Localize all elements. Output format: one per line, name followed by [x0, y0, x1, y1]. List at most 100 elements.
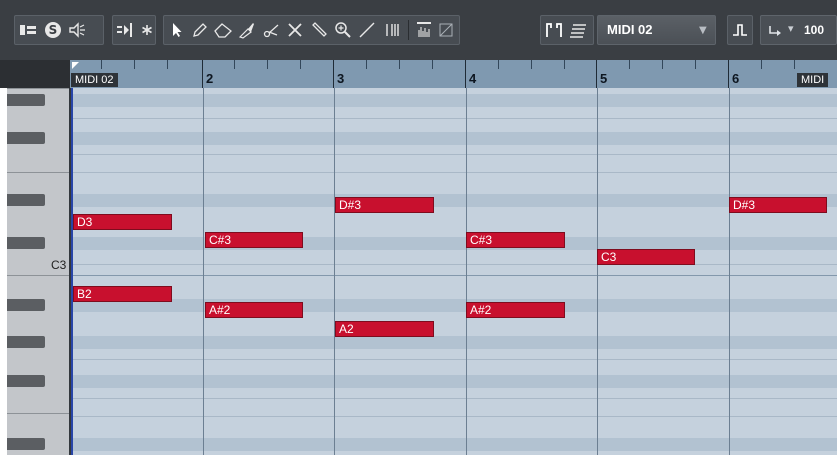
erase-tool[interactable] — [213, 16, 233, 44]
ruler[interactable]: 2 3 4 5 6 MIDI 02 MIDI — [70, 60, 837, 88]
black-key[interactable] — [7, 132, 45, 144]
part-name-label: MIDI 02 — [71, 73, 118, 87]
midi-note[interactable]: D3 — [73, 214, 172, 230]
note-grid[interactable]: D3 B2 C#3 A#2 D#3 A2 C#3 A#2 C3 D#3 — [71, 88, 837, 455]
black-key-row — [71, 132, 837, 145]
ruler-spacer — [0, 60, 70, 88]
velocity-icon — [767, 22, 785, 44]
note-pitch-label: C#3 — [470, 233, 493, 247]
row-line — [71, 416, 837, 417]
bar-number: 2 — [206, 71, 214, 86]
midi-note[interactable]: C3 — [597, 249, 695, 265]
bar-number: 6 — [732, 71, 740, 86]
beat-tick — [267, 60, 268, 69]
black-key[interactable] — [7, 299, 45, 311]
black-key[interactable] — [7, 336, 45, 348]
velocity-value: 100 — [804, 23, 825, 37]
velocity-dropdown-icon[interactable]: ▾ — [788, 22, 794, 35]
scissors-icon — [263, 24, 279, 38]
beat-tick — [531, 60, 532, 69]
beat-tick — [366, 60, 367, 69]
auto-select-options-button[interactable] — [137, 16, 157, 44]
solo-editor-button[interactable]: S — [43, 16, 63, 44]
midi-note[interactable]: D#3 — [335, 197, 434, 213]
insert-velocity-field[interactable]: ▾ 100 — [760, 15, 837, 45]
zoom-tool[interactable] — [333, 16, 353, 44]
midi-note[interactable]: B2 — [73, 286, 172, 302]
split-tool[interactable] — [261, 16, 281, 44]
audio-preview-button[interactable] — [414, 16, 434, 44]
step-input-button[interactable] — [730, 16, 750, 44]
show-inspector-button[interactable] — [18, 16, 38, 44]
arrow-pointer-icon — [173, 23, 182, 37]
auto-select-controllers-button[interactable] — [116, 16, 136, 44]
inspector-icon — [20, 25, 36, 35]
bar-line — [465, 60, 466, 88]
diagonal-box-icon — [439, 23, 453, 37]
midi-note[interactable]: A2 — [335, 321, 434, 337]
note-pitch-label: B2 — [77, 287, 92, 301]
note-pitch-label: D3 — [77, 215, 93, 229]
tool-group — [163, 15, 460, 45]
black-key-row — [71, 336, 837, 349]
speaker-icon — [69, 22, 85, 38]
object-selection-tool[interactable] — [167, 16, 187, 44]
beat-tick — [761, 60, 762, 69]
midi-note[interactable]: A#2 — [466, 302, 565, 318]
beat-tick — [498, 60, 499, 69]
knife-icon — [238, 23, 254, 39]
draw-tool[interactable] — [190, 16, 210, 44]
black-key[interactable] — [7, 438, 45, 450]
acoustic-feedback-button[interactable] — [67, 16, 87, 44]
svg-text:S: S — [49, 23, 58, 37]
black-key[interactable] — [7, 94, 45, 106]
row-line — [71, 398, 837, 399]
track-list-button[interactable] — [568, 16, 588, 44]
note-pitch-label: C#3 — [209, 233, 232, 247]
toolbar-separator — [408, 20, 409, 40]
stacked-lines-icon — [570, 24, 586, 38]
track-tools-group — [540, 15, 594, 45]
independent-track-loop-button[interactable] — [544, 16, 564, 44]
black-key[interactable] — [7, 237, 45, 249]
bars-icon — [386, 24, 399, 36]
beat-tick — [629, 60, 630, 69]
insert-velocity-group — [727, 15, 753, 45]
bar-line — [202, 60, 203, 88]
x-mute-icon — [288, 23, 302, 37]
black-key[interactable] — [7, 194, 45, 206]
glue-tool[interactable] — [309, 16, 329, 44]
beat-tick — [399, 60, 400, 69]
beat-tick — [564, 60, 565, 69]
part-start-marker — [72, 62, 79, 69]
midi-note[interactable]: D#3 — [729, 197, 827, 213]
black-key[interactable] — [7, 375, 45, 387]
midi-note[interactable]: C#3 — [466, 232, 565, 248]
track-select[interactable]: MIDI 02 ▼ — [597, 15, 716, 45]
black-key-row — [71, 438, 837, 451]
beat-tick — [134, 60, 135, 69]
trim-tool[interactable] — [237, 16, 257, 44]
midi-note[interactable]: C#3 — [205, 232, 303, 248]
beat-tick — [167, 60, 168, 69]
beat-tick — [662, 60, 663, 69]
note-pitch-label: D#3 — [339, 198, 362, 212]
row-line — [71, 172, 837, 173]
mute-tool[interactable] — [285, 16, 305, 44]
magnifier-icon — [335, 22, 351, 38]
bar-grid-line — [597, 88, 598, 455]
row-line — [71, 154, 837, 155]
white-key-divider — [7, 413, 70, 414]
line-tool[interactable] — [357, 16, 377, 44]
snap-options-button[interactable] — [436, 16, 456, 44]
note-pitch-label: A2 — [339, 322, 354, 336]
bar-line — [333, 60, 334, 88]
black-key-row — [71, 299, 837, 312]
bar-grid-line — [203, 88, 204, 455]
note-pitch-label: C3 — [601, 250, 617, 264]
midi-note[interactable]: A#2 — [205, 302, 303, 318]
eraser-icon — [214, 23, 232, 38]
beat-tick — [234, 60, 235, 69]
step-pulse-icon — [733, 24, 747, 36]
drumstick-tool[interactable] — [381, 16, 405, 44]
